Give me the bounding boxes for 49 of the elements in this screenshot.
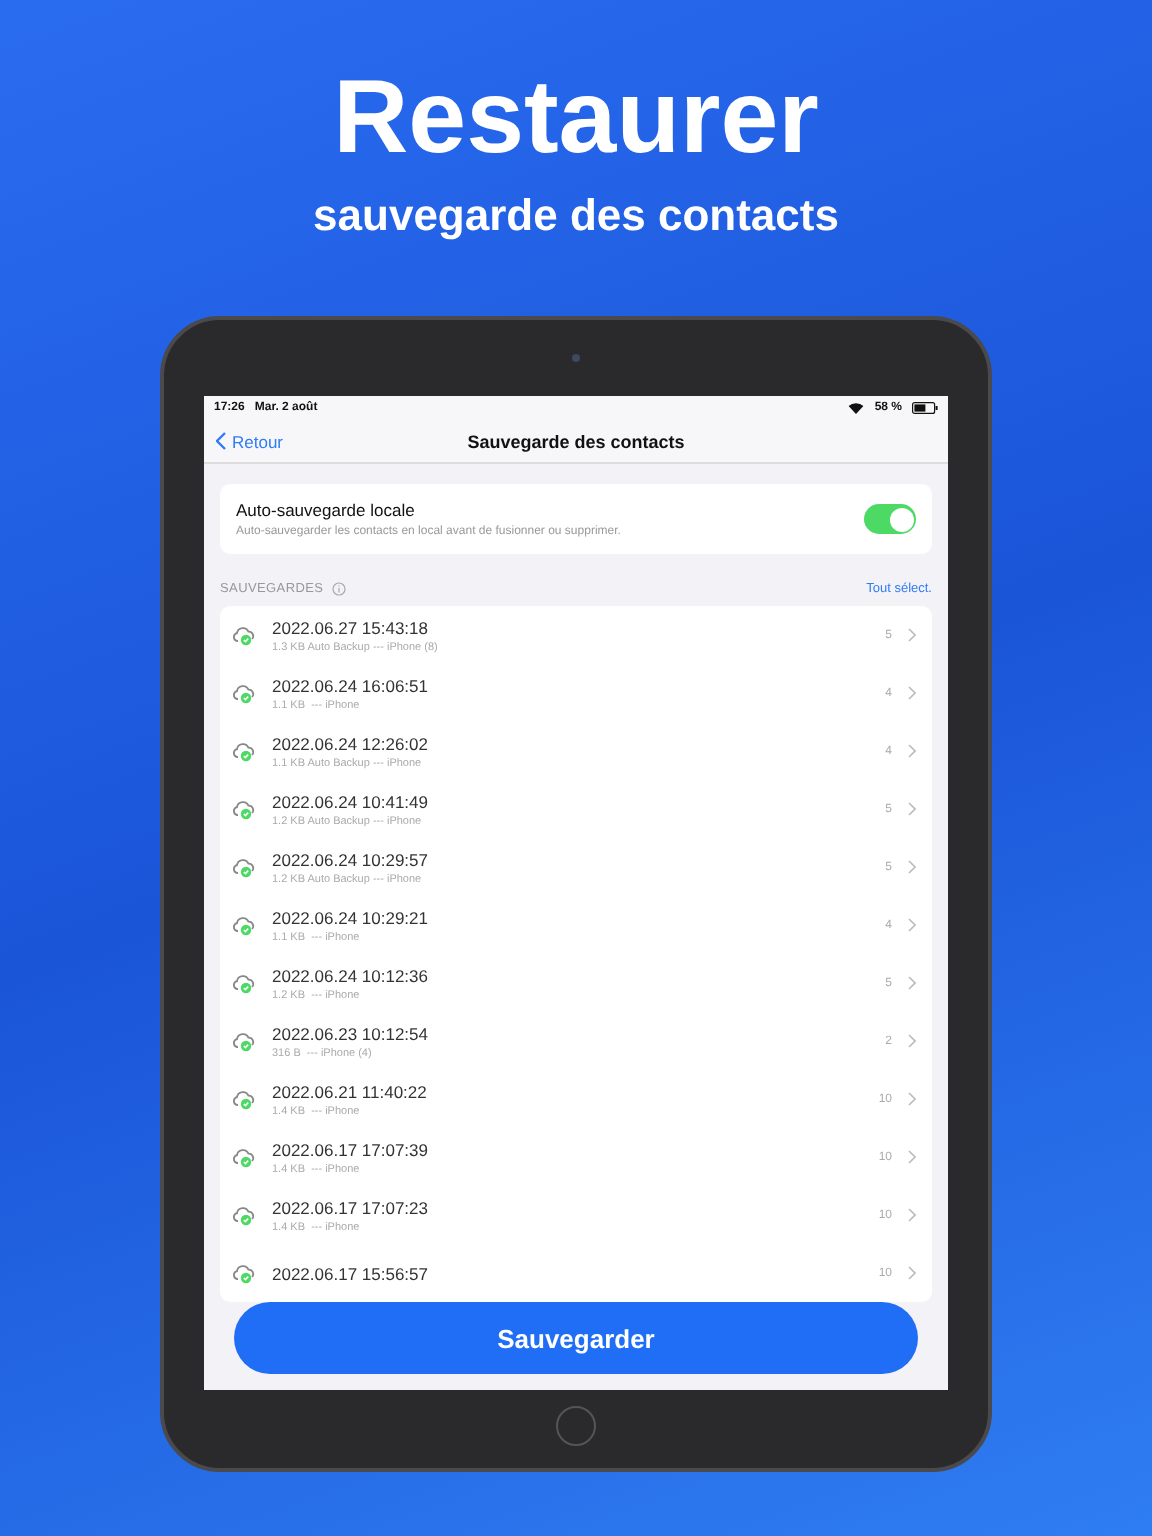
backup-date: 2022.06.27 15:43:18 — [272, 617, 430, 637]
headline: Restaurer — [333, 60, 819, 176]
backup-date: 2022.06.21 11:40:22 — [272, 1081, 429, 1101]
chevron-right-icon — [908, 744, 916, 758]
cloud-check-icon — [232, 914, 256, 936]
wifi-icon — [848, 402, 865, 414]
chevron-right-icon — [908, 976, 916, 990]
cloud-check-icon — [232, 798, 256, 820]
chevron-right-icon — [908, 1208, 916, 1222]
backup-date: 2022.06.24 10:29:21 — [272, 907, 430, 927]
info-icon[interactable] — [331, 582, 346, 596]
cloud-check-icon — [232, 972, 256, 994]
setting-title: Auto-sauvegarde locale — [236, 500, 417, 520]
screen-title: Sauvegarde des contacts — [467, 431, 685, 451]
chevron-right-icon — [908, 1266, 916, 1280]
chevron-right-icon — [908, 628, 916, 642]
save-button[interactable]: Sauvegarder — [234, 1302, 918, 1374]
cloud-check-icon — [232, 740, 256, 762]
chevron-right-icon — [908, 1092, 916, 1106]
cloud-check-icon — [232, 624, 256, 646]
chevron-right-icon — [908, 802, 916, 816]
cloud-check-icon — [232, 1262, 256, 1284]
cloud-check-icon — [232, 1146, 256, 1168]
chevron-right-icon — [908, 860, 916, 874]
chevron-right-icon — [908, 918, 916, 932]
chevron-right-icon — [908, 686, 916, 700]
backup-date: 2022.06.17 17:07:23 — [272, 1197, 430, 1217]
backup-date: 2022.06.24 16:06:51 — [272, 675, 430, 695]
cloud-check-icon — [232, 1204, 256, 1226]
camera-icon — [572, 354, 580, 362]
backup-date: 2022.06.17 15:56:57 — [272, 1263, 430, 1283]
chevron-right-icon — [908, 1034, 916, 1048]
backup-date: 2022.06.23 10:12:54 — [272, 1023, 430, 1043]
backup-date: 2022.06.17 17:07:39 — [272, 1139, 430, 1159]
backup-date: 2022.06.24 10:41:49 — [272, 791, 430, 811]
cloud-check-icon — [232, 856, 256, 878]
cloud-check-icon — [232, 1030, 256, 1052]
back-link[interactable]: Retour — [216, 431, 284, 451]
backup-date: 2022.06.24 10:12:36 — [272, 965, 430, 985]
home-button[interactable] — [556, 1406, 596, 1446]
toggle-switch[interactable] — [864, 504, 916, 534]
subheadline: sauvegarde des contacts — [313, 188, 839, 244]
chevron-right-icon — [908, 1150, 916, 1164]
backup-date: 2022.06.24 10:29:57 — [272, 849, 430, 869]
battery-icon — [912, 402, 938, 414]
backup-date: 2022.06.24 12:26:02 — [272, 733, 430, 753]
cloud-check-icon — [232, 682, 256, 704]
cloud-check-icon — [232, 1088, 256, 1110]
chevron-left-icon — [216, 432, 226, 450]
